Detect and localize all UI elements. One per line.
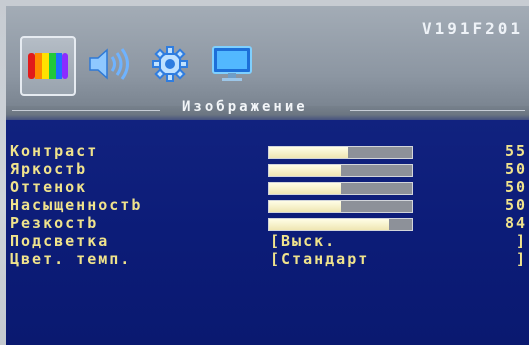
setting-label: Контраст — [10, 142, 99, 160]
setting-row-contrast[interactable]: Контраст 55 — [6, 142, 529, 160]
tab-bar — [20, 36, 320, 98]
tab-display[interactable] — [206, 36, 258, 92]
level-fill — [269, 201, 341, 212]
level-bar[interactable] — [268, 164, 413, 177]
setting-label: Подсветка — [10, 232, 110, 250]
option-value[interactable]: [Стандарт — [270, 250, 369, 268]
color-bars-icon — [28, 53, 68, 79]
level-fill — [269, 219, 390, 230]
title-divider-left — [12, 110, 160, 111]
monitor-icon — [212, 46, 252, 81]
setting-label: Резкостb — [10, 214, 99, 232]
setting-row-saturation[interactable]: Насыщенностb 50 — [6, 196, 529, 214]
tab-sound[interactable] — [82, 36, 134, 92]
level-fill — [269, 183, 341, 194]
tab-settings[interactable] — [144, 36, 196, 92]
osd-header: V191F201 — [6, 6, 529, 106]
settings-panel: Контраст 55 Яркостb 50 Оттенок 50 Насыще… — [6, 120, 529, 345]
setting-value: 50 — [504, 160, 527, 178]
setting-row-sharpness[interactable]: Резкостb 84 — [6, 214, 529, 232]
bracket-open: [ — [270, 232, 282, 250]
setting-label: Яркостb — [10, 160, 88, 178]
setting-row-color-temp[interactable]: Цвет. темп. [Стандарт ] — [6, 250, 529, 268]
setting-value: 55 — [504, 142, 527, 160]
bracket-open: [ — [270, 250, 282, 268]
option-value-text: Стандарт — [281, 250, 370, 268]
title-divider-right — [350, 110, 525, 111]
bracket-close: ] — [515, 250, 525, 268]
level-fill — [269, 165, 341, 176]
model-name: V191F201 — [421, 19, 523, 38]
option-value[interactable]: [Выск. — [270, 232, 336, 250]
setting-row-backlight[interactable]: Подсветка [Выск. ] — [6, 232, 529, 250]
level-bar[interactable] — [268, 218, 413, 231]
osd-menu: V191F201 Изображение Контраст 55 Яркостb… — [6, 6, 529, 345]
section-title: Изображение — [182, 99, 308, 115]
level-fill — [269, 147, 348, 158]
tab-picture[interactable] — [20, 36, 76, 96]
setting-label: Цвет. темп. — [10, 250, 132, 268]
setting-row-tint[interactable]: Оттенок 50 — [6, 178, 529, 196]
setting-row-brightness[interactable]: Яркостb 50 — [6, 160, 529, 178]
level-bar[interactable] — [268, 146, 413, 159]
setting-value: 84 — [504, 214, 527, 232]
setting-value: 50 — [504, 196, 527, 214]
level-bar[interactable] — [268, 182, 413, 195]
setting-value: 50 — [504, 178, 527, 196]
setting-label: Оттенок — [10, 178, 88, 196]
bracket-close: ] — [515, 232, 525, 250]
level-bar[interactable] — [268, 200, 413, 213]
gear-icon — [152, 46, 188, 82]
speaker-icon — [89, 48, 129, 80]
option-value-text: Выск. — [281, 232, 337, 250]
setting-label: Насыщенностb — [10, 196, 143, 214]
